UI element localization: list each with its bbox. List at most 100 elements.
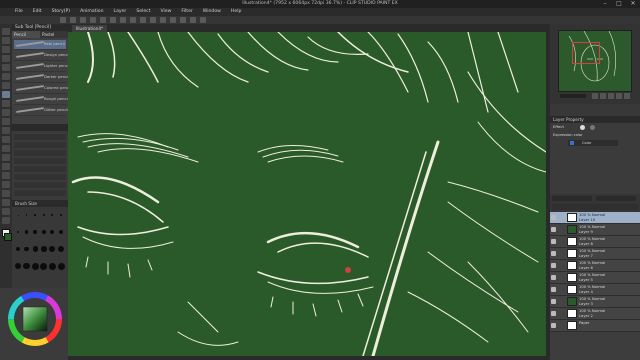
visibility-eye-icon[interactable] <box>551 287 556 292</box>
brush-glitter-pencil[interactable]: Glitter pencil <box>14 106 68 116</box>
eraser-tool-icon[interactable] <box>2 136 10 143</box>
visibility-eye-icon[interactable] <box>551 299 556 304</box>
fill-tool-icon[interactable] <box>2 154 10 161</box>
brush-size-option[interactable] <box>48 209 56 225</box>
drawing-canvas[interactable] <box>68 32 546 356</box>
antialiasing-row[interactable] <box>14 174 66 180</box>
hardness-slider[interactable] <box>14 158 66 164</box>
zoom-out-icon[interactable] <box>600 93 606 99</box>
invert-icon[interactable] <box>150 17 156 23</box>
brush-size-option[interactable] <box>23 243 31 259</box>
layer-row[interactable]: 100 % Normal Layer 2 <box>550 308 640 320</box>
layer-row[interactable]: Paper <box>550 320 640 332</box>
brush-darker-pencil[interactable]: Darker pencil <box>14 73 69 83</box>
layer-row[interactable]: 100 % Normal Layer 5 <box>550 272 640 284</box>
menu-view[interactable]: View <box>156 8 177 16</box>
menu-layer[interactable]: Layer <box>109 8 132 16</box>
expression-color-select[interactable]: Color <box>568 140 618 146</box>
eyedropper-tool-icon[interactable] <box>2 82 10 89</box>
blend-mode-select[interactable] <box>552 196 592 201</box>
brush-size-option[interactable] <box>31 260 39 276</box>
menu-animation[interactable]: Animation <box>75 8 108 16</box>
brush-size-option[interactable] <box>57 226 65 242</box>
decoration-tool-icon[interactable] <box>2 127 10 134</box>
brush-size-option[interactable] <box>14 209 22 225</box>
text-tool-icon[interactable] <box>2 199 10 206</box>
brush-real-pencil[interactable]: Real pencil <box>14 40 66 50</box>
fit-icon[interactable] <box>608 93 614 99</box>
brush-size-option[interactable] <box>14 260 22 276</box>
snap-ruler-icon[interactable] <box>170 17 176 23</box>
brush-tool-icon[interactable] <box>2 109 10 116</box>
tab-pencil[interactable]: Pencil <box>12 31 40 38</box>
zoom-in-icon[interactable] <box>592 93 598 99</box>
operation-tool-icon[interactable] <box>2 46 10 53</box>
menu-help[interactable]: Help <box>226 8 246 16</box>
save-icon[interactable] <box>80 17 86 23</box>
canvas-tab[interactable]: Illustration4* <box>72 25 108 32</box>
brush-size-option[interactable] <box>31 209 39 225</box>
flip-icon[interactable] <box>624 93 630 99</box>
menu-filter[interactable]: Filter <box>176 8 197 16</box>
visibility-eye-icon[interactable] <box>551 251 556 256</box>
balloon-tool-icon[interactable] <box>2 208 10 215</box>
zoom-slider[interactable] <box>560 94 586 98</box>
transform-icon[interactable] <box>130 17 136 23</box>
brush-size-option[interactable] <box>48 226 56 242</box>
layer-row[interactable]: 100 % Normal Layer 4 <box>550 284 640 296</box>
brush-size-option[interactable] <box>14 226 22 242</box>
menu-window[interactable]: Window <box>198 8 226 16</box>
canvas-horizontal-scrollbar[interactable] <box>68 356 546 360</box>
snap-icon[interactable] <box>160 17 166 23</box>
visibility-eye-icon[interactable] <box>551 215 556 220</box>
brush-size-option[interactable] <box>57 260 65 276</box>
menu-select[interactable]: Select <box>131 8 155 16</box>
menu-file[interactable]: File <box>10 8 28 16</box>
brush-size-option[interactable] <box>40 226 48 242</box>
frame-tool-icon[interactable] <box>2 181 10 188</box>
brush-design-pencil[interactable]: Design pencil <box>14 51 70 61</box>
brush-size-option[interactable] <box>23 209 31 225</box>
visibility-eye-icon[interactable] <box>551 323 556 328</box>
brush-size-option[interactable] <box>48 260 56 276</box>
menu-edit[interactable]: Edit <box>28 8 47 16</box>
opacity-slider[interactable] <box>596 196 636 201</box>
close-button[interactable]: ✕ <box>626 0 640 8</box>
pen-tool-icon[interactable] <box>2 91 10 98</box>
visibility-eye-icon[interactable] <box>551 311 556 316</box>
brush-size-option[interactable] <box>40 243 48 259</box>
auto-select-tool-icon[interactable] <box>2 73 10 80</box>
layer-row[interactable]: 100 % Normal Layer 6 <box>550 260 640 272</box>
maximize-button[interactable]: □ <box>612 0 626 8</box>
color-wheel[interactable] <box>8 292 62 346</box>
tone-effect-icon[interactable] <box>590 125 595 130</box>
move-tool-icon[interactable] <box>2 37 10 44</box>
border-effect-icon[interactable] <box>580 125 585 130</box>
zoom-tool-icon[interactable] <box>2 28 10 35</box>
sub-color-swatch[interactable] <box>4 233 12 241</box>
ruler-tool-icon[interactable] <box>2 190 10 197</box>
visibility-eye-icon[interactable] <box>551 263 556 268</box>
clear-icon[interactable] <box>110 17 116 23</box>
layer-row[interactable]: 100 % Normal Layer 3 <box>550 296 640 308</box>
brush-size-option[interactable] <box>31 226 39 242</box>
brush-size-slider[interactable] <box>14 134 66 140</box>
brush-size-option[interactable] <box>57 209 65 225</box>
texture-row[interactable] <box>14 182 66 188</box>
figure-tool-icon[interactable] <box>2 172 10 179</box>
snap-grid-icon[interactable] <box>180 17 186 23</box>
airbrush-tool-icon[interactable] <box>2 118 10 125</box>
rotate-icon[interactable] <box>616 93 622 99</box>
brush-size-option[interactable] <box>40 260 48 276</box>
minimize-button[interactable]: – <box>598 0 612 8</box>
visibility-eye-icon[interactable] <box>551 239 556 244</box>
visibility-eye-icon[interactable] <box>551 275 556 280</box>
pencil-tool-icon[interactable] <box>2 100 10 107</box>
menu-story[interactable]: Story(P) <box>47 8 76 16</box>
tab-pastel[interactable]: Pastel <box>40 31 68 38</box>
layer-row[interactable]: 100 % Normal Layer 9 <box>550 224 640 236</box>
layer-row[interactable]: 100 % Normal Layer 8 <box>550 236 640 248</box>
density-slider[interactable] <box>14 150 66 156</box>
layer-row[interactable]: 100 % Normal Layer 7 <box>550 248 640 260</box>
opacity-slider[interactable] <box>14 142 66 148</box>
